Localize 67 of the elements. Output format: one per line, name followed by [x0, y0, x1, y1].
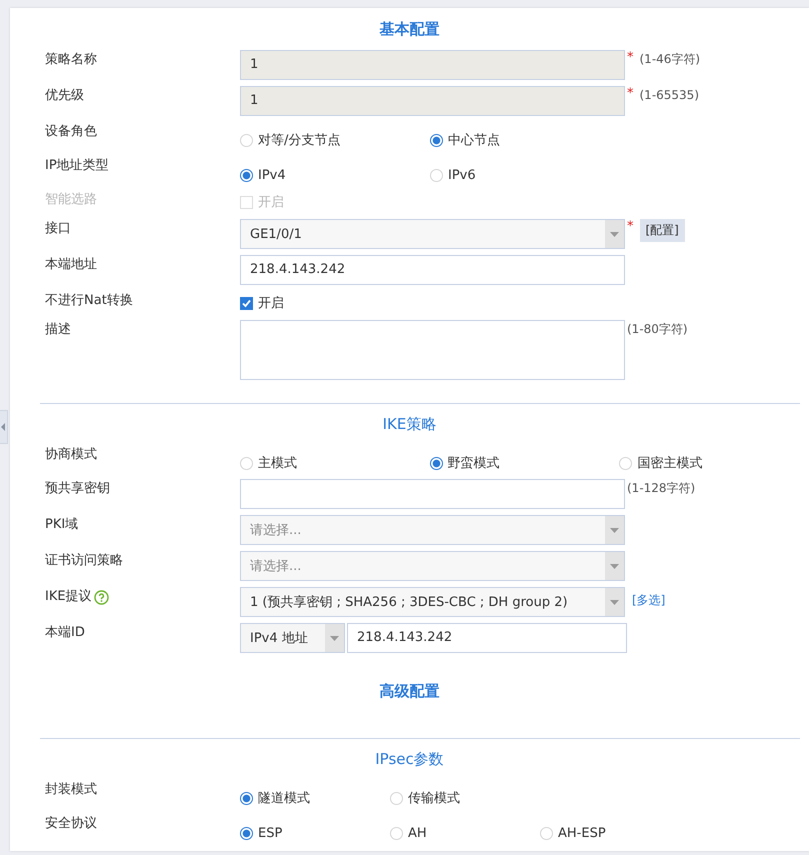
required-mark: * [627, 219, 634, 235]
radio-label[interactable]: 野蛮模式 [448, 454, 500, 472]
field-label: 协商模式 [45, 446, 97, 464]
field-label: 优先级 [45, 87, 84, 105]
config-button[interactable]: [配置] [640, 219, 685, 242]
field-label: 描述 [45, 321, 71, 339]
field-label: 设备角色 [45, 123, 97, 141]
text-area[interactable] [240, 320, 625, 380]
check-icon [241, 298, 252, 308]
radio-label[interactable]: 隧道模式 [258, 789, 310, 807]
field-label: 封装模式 [45, 781, 97, 799]
text-field[interactable] [240, 479, 625, 509]
hint-text: (1-128字符) [627, 480, 696, 497]
field-label: IP地址类型 [45, 157, 109, 175]
radio-label[interactable]: IPv6 [448, 168, 476, 183]
radio-button[interactable] [430, 134, 443, 146]
field-label: 接口 [45, 220, 71, 238]
text-field[interactable]: 1 [240, 86, 625, 116]
radio-label[interactable]: AH [408, 826, 427, 841]
checkbox-label[interactable]: 开启 [258, 294, 284, 312]
text-field[interactable]: 1 [240, 50, 625, 80]
section-title: IPsec参数 [375, 750, 444, 768]
checkbox[interactable] [240, 296, 253, 310]
help-icon[interactable] [94, 590, 109, 605]
field-label: 本端ID [45, 624, 85, 642]
caret-icon [610, 232, 619, 236]
text-field[interactable]: 218.4.143.242 [240, 255, 625, 285]
radio-label[interactable]: IPv4 [258, 168, 286, 183]
field-label: IKE提议 [45, 588, 92, 606]
caret-icon [610, 600, 619, 604]
radio-label[interactable]: 主模式 [258, 454, 297, 472]
required-mark: * [627, 86, 634, 102]
section-title: 基本配置 [380, 20, 440, 38]
dropdown[interactable]: IPv4 地址 [240, 623, 345, 653]
radio-button[interactable] [240, 169, 253, 182]
radio-label[interactable]: AH-ESP [558, 826, 606, 841]
radio-button[interactable] [240, 827, 253, 840]
field-label: 策略名称 [45, 51, 97, 69]
hint-text: (1-80字符) [627, 321, 688, 338]
radio-label[interactable]: 对等/分支节点 [258, 131, 340, 149]
radio-button[interactable] [430, 456, 443, 470]
field-label: 安全协议 [45, 815, 97, 833]
radio-label[interactable]: ESP [258, 826, 282, 841]
radio-label[interactable]: 传输模式 [408, 789, 460, 807]
multi-select-link[interactable]: [多选] [632, 592, 666, 609]
radio-label[interactable]: 国密主模式 [637, 454, 702, 472]
field-label: PKI域 [45, 516, 78, 534]
field-label: 本端地址 [45, 256, 97, 274]
field-label: 预共享密钥 [45, 480, 110, 498]
hint-text: (1-65535) [640, 87, 700, 104]
caret-icon [610, 564, 619, 568]
radio-label[interactable]: 中心节点 [448, 131, 500, 149]
section-title: IKE策略 [382, 415, 436, 433]
caret-icon [330, 636, 339, 640]
hint-text: (1-46字符) [640, 51, 700, 68]
field-label: 证书访问策略 [45, 552, 123, 570]
collapse-handle[interactable] [0, 410, 8, 444]
field-label: 智能选路 [45, 191, 97, 209]
dropdown[interactable]: 1 (预共享密钥 ; SHA256 ; 3DES-CBC ; DH group 2) [240, 587, 625, 617]
dropdown[interactable]: GE1/0/1 [240, 219, 625, 249]
radio-button[interactable] [240, 792, 253, 804]
text-field[interactable]: 218.4.143.242 [347, 623, 627, 653]
caret-icon [610, 528, 619, 532]
section-title: 高级配置 [380, 682, 440, 700]
field-label: 不进行Nat转换 [45, 292, 133, 310]
required-mark: * [627, 50, 634, 66]
caret-icon [1, 423, 6, 431]
